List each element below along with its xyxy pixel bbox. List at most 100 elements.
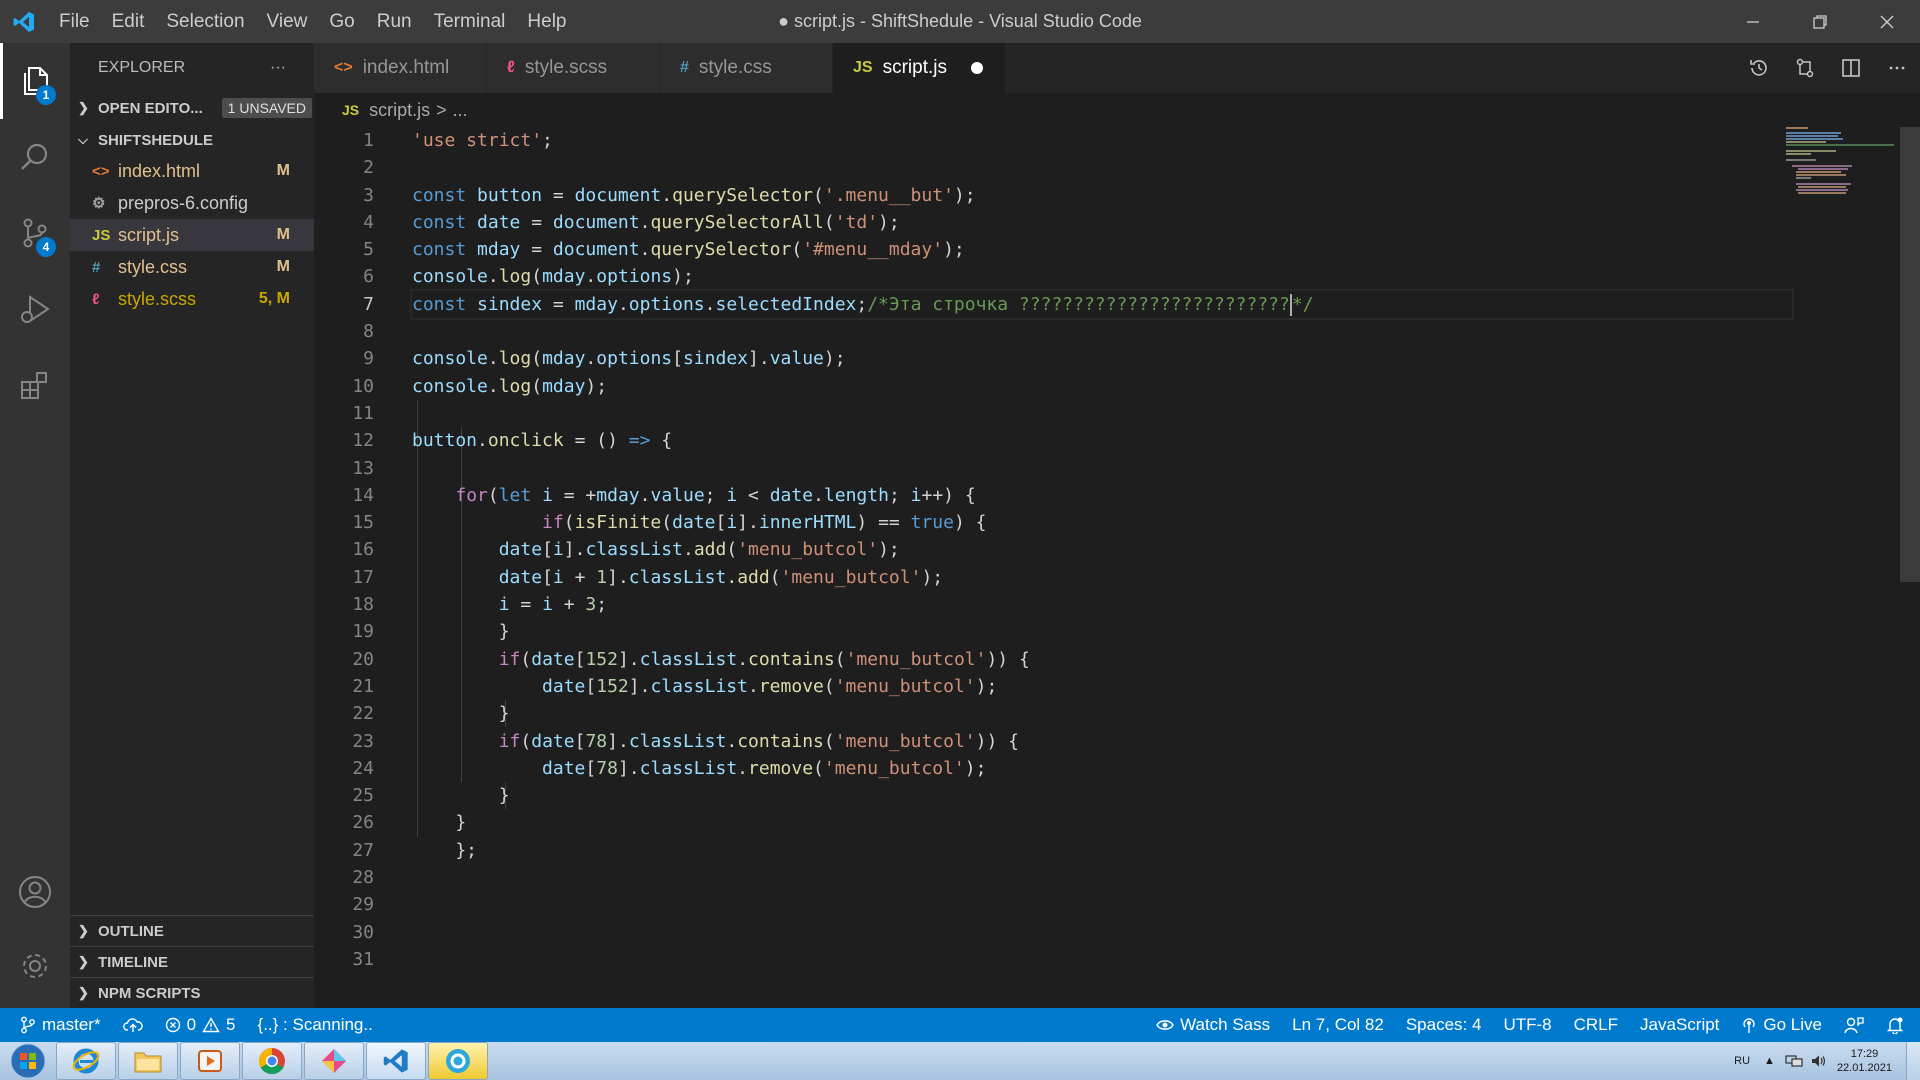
vertical-scrollbar[interactable] [1900,127,1920,582]
unsaved-dot-icon[interactable] [971,62,983,74]
menu-selection[interactable]: Selection [155,0,255,43]
taskbar-vscode[interactable] [366,1042,426,1080]
breadcrumb-symbol[interactable]: ... [453,100,468,121]
extensions-activity[interactable] [0,347,70,423]
sync-button[interactable] [112,1017,154,1033]
restore-button[interactable] [1786,0,1853,43]
open-editors-section[interactable]: ❯ OPEN EDITO... 1 UNSAVED [70,93,314,123]
start-button[interactable] [0,1042,56,1080]
taskbar-app[interactable] [304,1042,364,1080]
window-controls [1719,0,1920,43]
watch-sass-label: Watch Sass [1180,1015,1271,1034]
file-item[interactable]: ℓ style.scss 5, M [70,283,314,315]
clock-date: 22.01.2021 [1836,1062,1892,1074]
line-number: 3 [363,184,374,206]
tab-style-scss[interactable]: ℓ style.scss [487,43,660,93]
chevron-right-icon: ❯ [78,985,89,1000]
go-live-button[interactable]: Go Live [1730,1015,1833,1035]
tab-index-html[interactable]: <> index.html [314,43,487,93]
close-button[interactable] [1853,0,1920,43]
npm-scripts-section[interactable]: ❯ NPM SCRIPTS [70,977,314,1008]
timeline-history-button[interactable] [1736,43,1782,93]
explorer-header: EXPLORER ··· [70,43,314,93]
file-item[interactable]: ⚙ prepros-6.config [70,187,314,219]
breadcrumb-file[interactable]: script.js [369,100,430,121]
timeline-label: TIMELINE [98,953,168,971]
minimap[interactable] [1786,125,1896,195]
outline-label: OUTLINE [98,922,164,940]
tab-style-css[interactable]: # style.css [660,43,833,93]
taskbar-ie[interactable] [56,1042,116,1080]
tab-script-js[interactable]: JS script.js [833,43,1006,93]
problems-indicator[interactable]: 0 5 [154,1015,247,1035]
menu-file[interactable]: File [48,0,101,43]
code-line: i = i + 3; [498,594,608,616]
file-item[interactable]: # style.css M [70,251,314,283]
taskbar-chrome[interactable] [242,1042,302,1080]
menu-go[interactable]: Go [318,0,365,43]
go-live-label: Go Live [1763,1015,1822,1034]
split-editor-icon [1842,59,1860,77]
line-number: 27 [352,839,374,861]
clock[interactable]: 17:29 22.01.2021 [1827,1047,1906,1075]
cursor-position[interactable]: Ln 7, Col 82 [1281,1015,1395,1035]
clock-time: 17:29 [1850,1048,1879,1060]
end-of-line[interactable]: CRLF [1563,1015,1629,1035]
explorer-activity[interactable]: 1 [0,43,70,119]
branch-indicator[interactable]: master* [0,1015,112,1035]
language-status[interactable]: {..} : Scanning.. [247,1015,384,1035]
notifications-button[interactable] [1875,1016,1920,1034]
tray-expand-icon[interactable]: ▲ [1764,1055,1775,1067]
code-editor[interactable]: 1 2 3 4 5 6 7 8 9 10 11 12 13 14 15 16 17 18 19 20 21 22 23 24 2… [314,127,1920,1008]
windows-taskbar: RU ▲ 17:29 22.01.2021 [0,1042,1920,1080]
open-changes-button[interactable] [1782,43,1828,93]
menu-view[interactable]: View [256,0,319,43]
explorer-badge: 1 [36,85,56,105]
accounts-activity[interactable] [0,854,70,930]
ellipsis-icon [1889,66,1905,70]
timeline-section[interactable]: ❯ TIMELINE [70,946,314,977]
language-mode[interactable]: JavaScript [1629,1015,1730,1035]
line-number: 7 [363,293,374,315]
source-control-activity[interactable]: 4 [0,195,70,271]
code-area[interactable]: 'use strict'; const button = document.qu… [410,127,1794,973]
network-icon[interactable] [1785,1054,1803,1068]
watch-sass-button[interactable]: Watch Sass [1145,1015,1281,1035]
encoding[interactable]: UTF-8 [1492,1015,1562,1035]
search-activity[interactable] [0,119,70,195]
taskbar-explorer[interactable] [118,1042,178,1080]
manage-activity[interactable] [0,928,70,1004]
split-editor-button[interactable] [1828,43,1874,93]
code-line: } [412,621,510,643]
chevron-down-icon: ⌵ [78,132,88,147]
extensions-icon [21,372,47,399]
menu-help[interactable]: Help [516,0,577,43]
more-actions-button[interactable] [1874,43,1920,93]
editor-actions [1736,43,1920,93]
npm-scripts-label: NPM SCRIPTS [98,984,201,1002]
taskbar-media-player[interactable] [180,1042,240,1080]
indentation[interactable]: Spaces: 4 [1395,1015,1493,1035]
vscode-icon [383,1049,408,1073]
outline-section[interactable]: ❯ OUTLINE [70,915,314,946]
editor-tabs: <> index.html ℓ style.scss # style.css JS sc… [314,43,1920,93]
line-number: 15 [352,512,374,534]
project-section[interactable]: ⌵ SHIFTSHEDULE [70,125,314,155]
volume-icon[interactable] [1811,1054,1827,1068]
file-item[interactable]: JS script.js M [70,219,314,251]
run-debug-activity[interactable] [0,271,70,347]
menu-terminal[interactable]: Terminal [423,0,517,43]
explorer-more-button[interactable]: ··· [270,59,286,77]
menu-run[interactable]: Run [366,0,423,43]
account-icon [19,876,51,908]
taskbar-app-2[interactable] [428,1042,488,1080]
show-desktop-button[interactable] [1906,1042,1920,1080]
menu-edit[interactable]: Edit [101,0,156,43]
file-item[interactable]: <> index.html M [70,155,314,187]
feedback-button[interactable] [1833,1016,1875,1034]
input-language[interactable]: RU [1734,1055,1750,1067]
minimize-button[interactable] [1719,0,1786,43]
